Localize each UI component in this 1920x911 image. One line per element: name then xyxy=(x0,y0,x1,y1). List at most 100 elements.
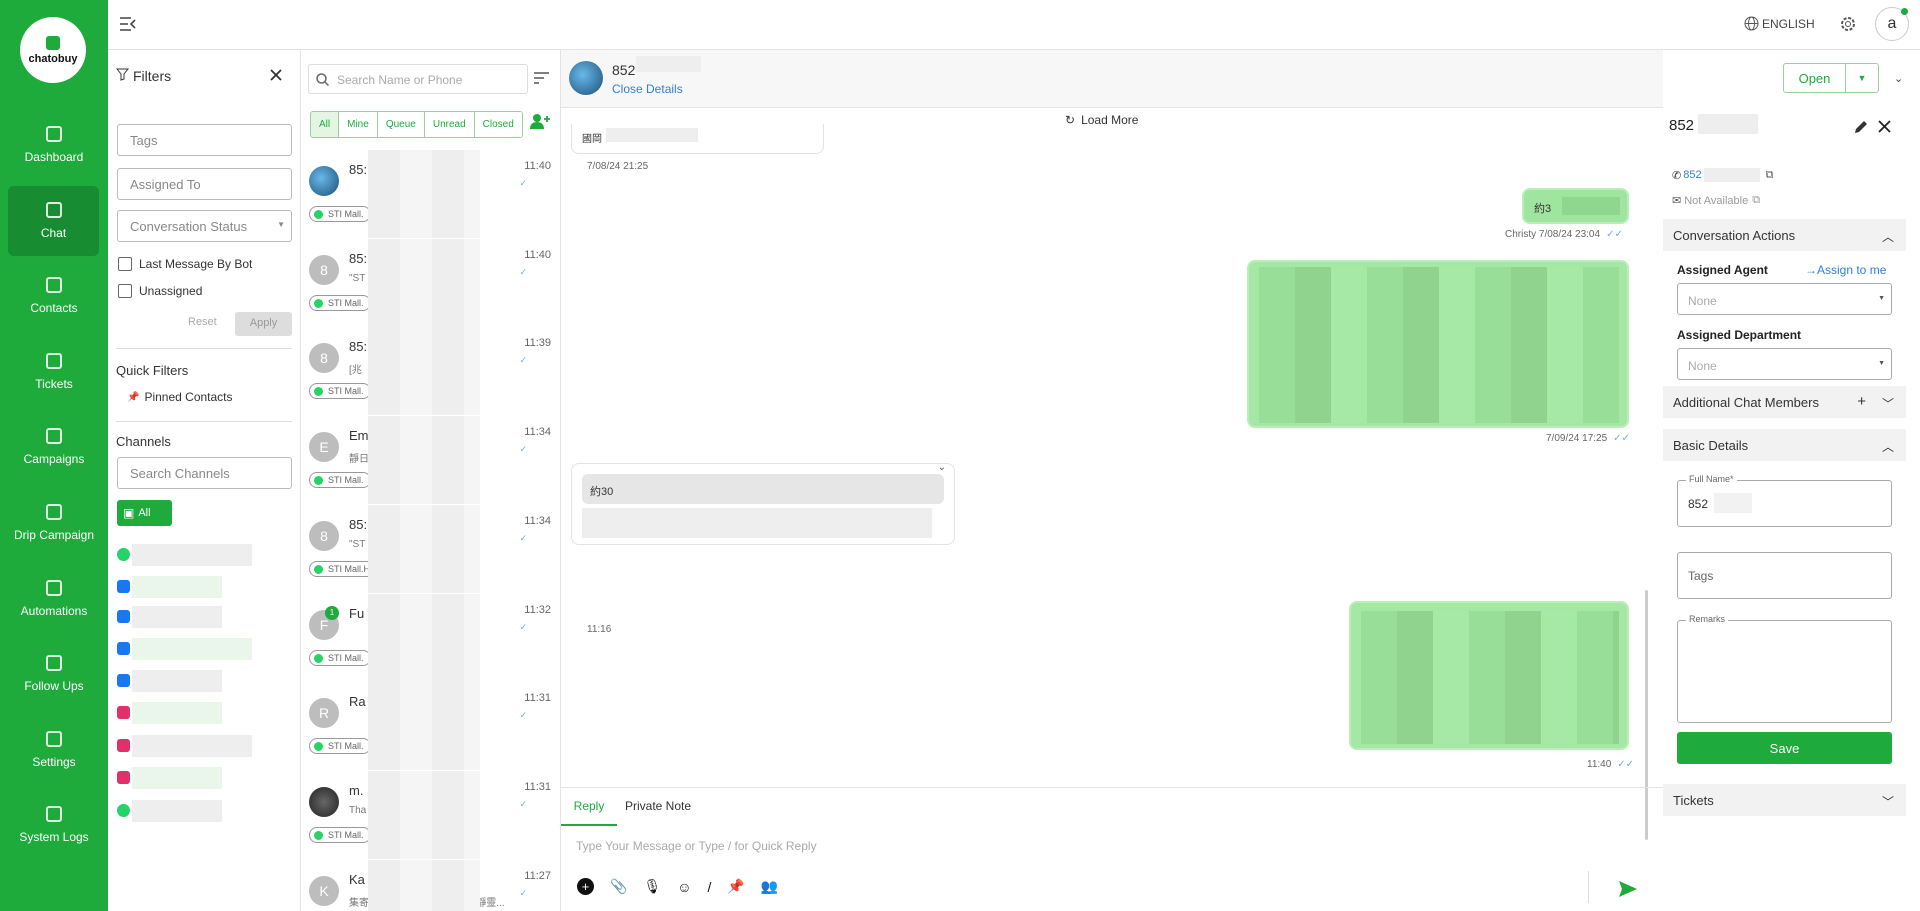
channel-row[interactable] xyxy=(117,800,292,822)
nav-item-tickets[interactable]: Tickets xyxy=(0,337,108,407)
assign-users-icon[interactable]: 👥 xyxy=(761,878,778,895)
search-channels-input[interactable]: Search Channels xyxy=(117,457,292,489)
close-details-link[interactable]: Close Details xyxy=(612,82,683,96)
search-input[interactable]: Search Name or Phone xyxy=(308,64,528,94)
phone-value[interactable]: 852 xyxy=(1683,169,1701,181)
contact-avatar[interactable] xyxy=(569,61,603,95)
copy-icon[interactable]: ⧉ xyxy=(1752,194,1760,207)
tab-unread[interactable]: Unread xyxy=(424,112,475,137)
attachment-icon[interactable]: 📎 xyxy=(610,878,627,895)
avatar: R xyxy=(309,698,339,728)
nav-item-chat[interactable]: Chat xyxy=(8,185,99,256)
tab-closed[interactable]: Closed xyxy=(474,112,522,137)
full-name-field[interactable]: Full Name* 852 xyxy=(1677,474,1892,527)
conversation-item[interactable]: 85: 11:40 STI Mall. ✓ xyxy=(301,150,559,238)
additional-chat-members-section[interactable]: Additional Chat Members + ﹀ xyxy=(1663,386,1906,418)
conversation-status-select[interactable]: Conversation Status ▼ xyxy=(117,210,292,242)
automation-icon xyxy=(46,579,62,596)
message-bubble-incoming[interactable]: 約30 ⌄ xyxy=(571,462,955,545)
add-icon[interactable]: + xyxy=(577,878,594,895)
email-row: ✉ Not Available ⧉ xyxy=(1672,194,1760,207)
nav-item-campaigns[interactable]: Campaigns xyxy=(0,412,108,482)
message-image-outgoing[interactable] xyxy=(1349,601,1629,750)
unassigned-checkbox[interactable]: Unassigned xyxy=(118,284,202,298)
copy-icon[interactable]: ⧉ xyxy=(1766,169,1774,182)
conversation-item[interactable]: R Ra 11:31 STI Mall. ✓ xyxy=(301,682,559,770)
message-input[interactable]: Type Your Message or Type / for Quick Re… xyxy=(576,839,1636,861)
load-more-button[interactable]: ↻ Load More xyxy=(1065,113,1138,127)
message-meta: 7/09/24 17:25 ✓✓ xyxy=(1546,433,1630,444)
nav-label: Drip Campaign xyxy=(13,528,95,542)
nav-item-drip-campaign[interactable]: Drip Campaign xyxy=(0,488,108,558)
tab-mine[interactable]: Mine xyxy=(339,112,378,137)
nav-item-contacts[interactable]: Contacts xyxy=(0,261,108,331)
tickets-section[interactable]: Tickets ﹀ xyxy=(1663,784,1906,816)
nav-item-settings[interactable]: Settings xyxy=(0,715,108,785)
emoji-icon[interactable]: ☺ xyxy=(677,879,691,895)
channel-row[interactable] xyxy=(117,638,292,660)
tab-private-note[interactable]: Private Note xyxy=(625,788,705,826)
channel-row[interactable] xyxy=(117,670,292,692)
chevron-down-icon: ▼ xyxy=(1878,295,1885,302)
add-contact-icon[interactable] xyxy=(530,113,550,129)
conversation-item[interactable]: F 1 Fu 11:32 STI Mall. ✓ xyxy=(301,594,559,682)
channel-row[interactable] xyxy=(117,702,292,724)
channel-row[interactable] xyxy=(117,767,292,789)
conversation-item[interactable]: E Em 11:34 靜日 STI Mall. ✓ xyxy=(301,416,559,504)
microphone-icon[interactable]: 🎙 xyxy=(643,878,661,895)
sort-icon[interactable] xyxy=(534,72,549,84)
field-label: Remarks xyxy=(1686,614,1729,624)
remarks-field[interactable]: Remarks xyxy=(1677,614,1892,723)
add-icon[interactable]: + xyxy=(1857,393,1866,410)
chevron-down-icon[interactable]: ▼ xyxy=(1846,64,1878,92)
nav-item-automations[interactable]: Automations xyxy=(0,564,108,634)
message-bubble-incoming[interactable]: 國岡 xyxy=(571,124,824,154)
channel-row[interactable] xyxy=(117,544,292,566)
quick-reply-icon[interactable]: / xyxy=(708,879,712,895)
last-message-by-bot-checkbox[interactable]: Last Message By Bot xyxy=(118,257,252,271)
nav-item-system-logs[interactable]: System Logs xyxy=(0,790,108,860)
conversation-item[interactable]: m. 11:31 Tha STI Mall. ✓ xyxy=(301,771,559,859)
tab-reply[interactable]: Reply xyxy=(561,788,617,826)
brand-logo[interactable]: chatobuy xyxy=(20,17,86,83)
conversation-actions-section[interactable]: Conversation Actions ︿ xyxy=(1663,219,1906,251)
tab-all[interactable]: All xyxy=(311,112,340,137)
gear-icon[interactable] xyxy=(1839,15,1857,33)
tab-queue[interactable]: Queue xyxy=(377,112,425,137)
channel-row[interactable] xyxy=(117,735,292,757)
save-button[interactable]: Save xyxy=(1677,732,1892,764)
assigned-to-input[interactable]: Assigned To xyxy=(117,168,292,200)
conversation-item[interactable]: 8 85: 11:34 "ST STI Mall.HK ✓ xyxy=(301,505,559,593)
assigned-agent-select[interactable]: None ▼ xyxy=(1677,283,1892,315)
pinned-contacts-filter[interactable]: 📌 Pinned Contacts xyxy=(127,390,233,404)
menu-collapse-icon[interactable] xyxy=(120,17,136,31)
close-icon[interactable] xyxy=(270,69,282,81)
edit-icon[interactable] xyxy=(1854,120,1868,134)
pin-icon[interactable]: 📌 xyxy=(727,878,744,895)
tags-field[interactable]: Tags xyxy=(1677,552,1892,599)
message-image-outgoing[interactable] xyxy=(1247,260,1629,428)
assigned-department-select[interactable]: None ▼ xyxy=(1677,348,1892,380)
conversation-status-button[interactable]: Open ▼ xyxy=(1783,63,1879,93)
conversation-item[interactable]: KKa11:27集寄一 New Era No.15 Cap [靜靈...✓ xyxy=(301,860,559,911)
conversation-item[interactable]: 8 85: 11:40 "ST STI Mall. ✓ xyxy=(301,239,559,327)
message-bubble-outgoing[interactable]: 約3 xyxy=(1522,188,1629,224)
chevron-down-icon[interactable]: ⌄ xyxy=(938,462,946,473)
language-selector[interactable]: ENGLISH xyxy=(1744,16,1815,31)
channel-row[interactable] xyxy=(117,606,292,628)
close-icon[interactable] xyxy=(1878,120,1891,133)
send-icon[interactable] xyxy=(1619,881,1637,897)
all-channels-button[interactable]: ▣ All xyxy=(117,500,172,526)
channel-row[interactable] xyxy=(117,576,292,598)
assign-to-me-link[interactable]: →Assign to me xyxy=(1805,263,1886,277)
user-avatar[interactable]: a xyxy=(1875,7,1909,41)
tags-filter-input[interactable]: Tags xyxy=(117,124,292,156)
expand-icon[interactable]: ⌄ xyxy=(1894,72,1903,85)
nav-item-dashboard[interactable]: Dashboard xyxy=(0,110,108,180)
conversation-item[interactable]: 8 85: 11:39 [兆 STI Mall. ✓ xyxy=(301,327,559,415)
reset-button[interactable]: Reset xyxy=(188,316,217,328)
nav-item-follow-ups[interactable]: Follow Ups xyxy=(0,639,108,709)
basic-details-section[interactable]: Basic Details ︿ xyxy=(1663,429,1906,461)
apply-button[interactable]: Apply xyxy=(235,312,292,336)
avatar xyxy=(309,787,339,817)
